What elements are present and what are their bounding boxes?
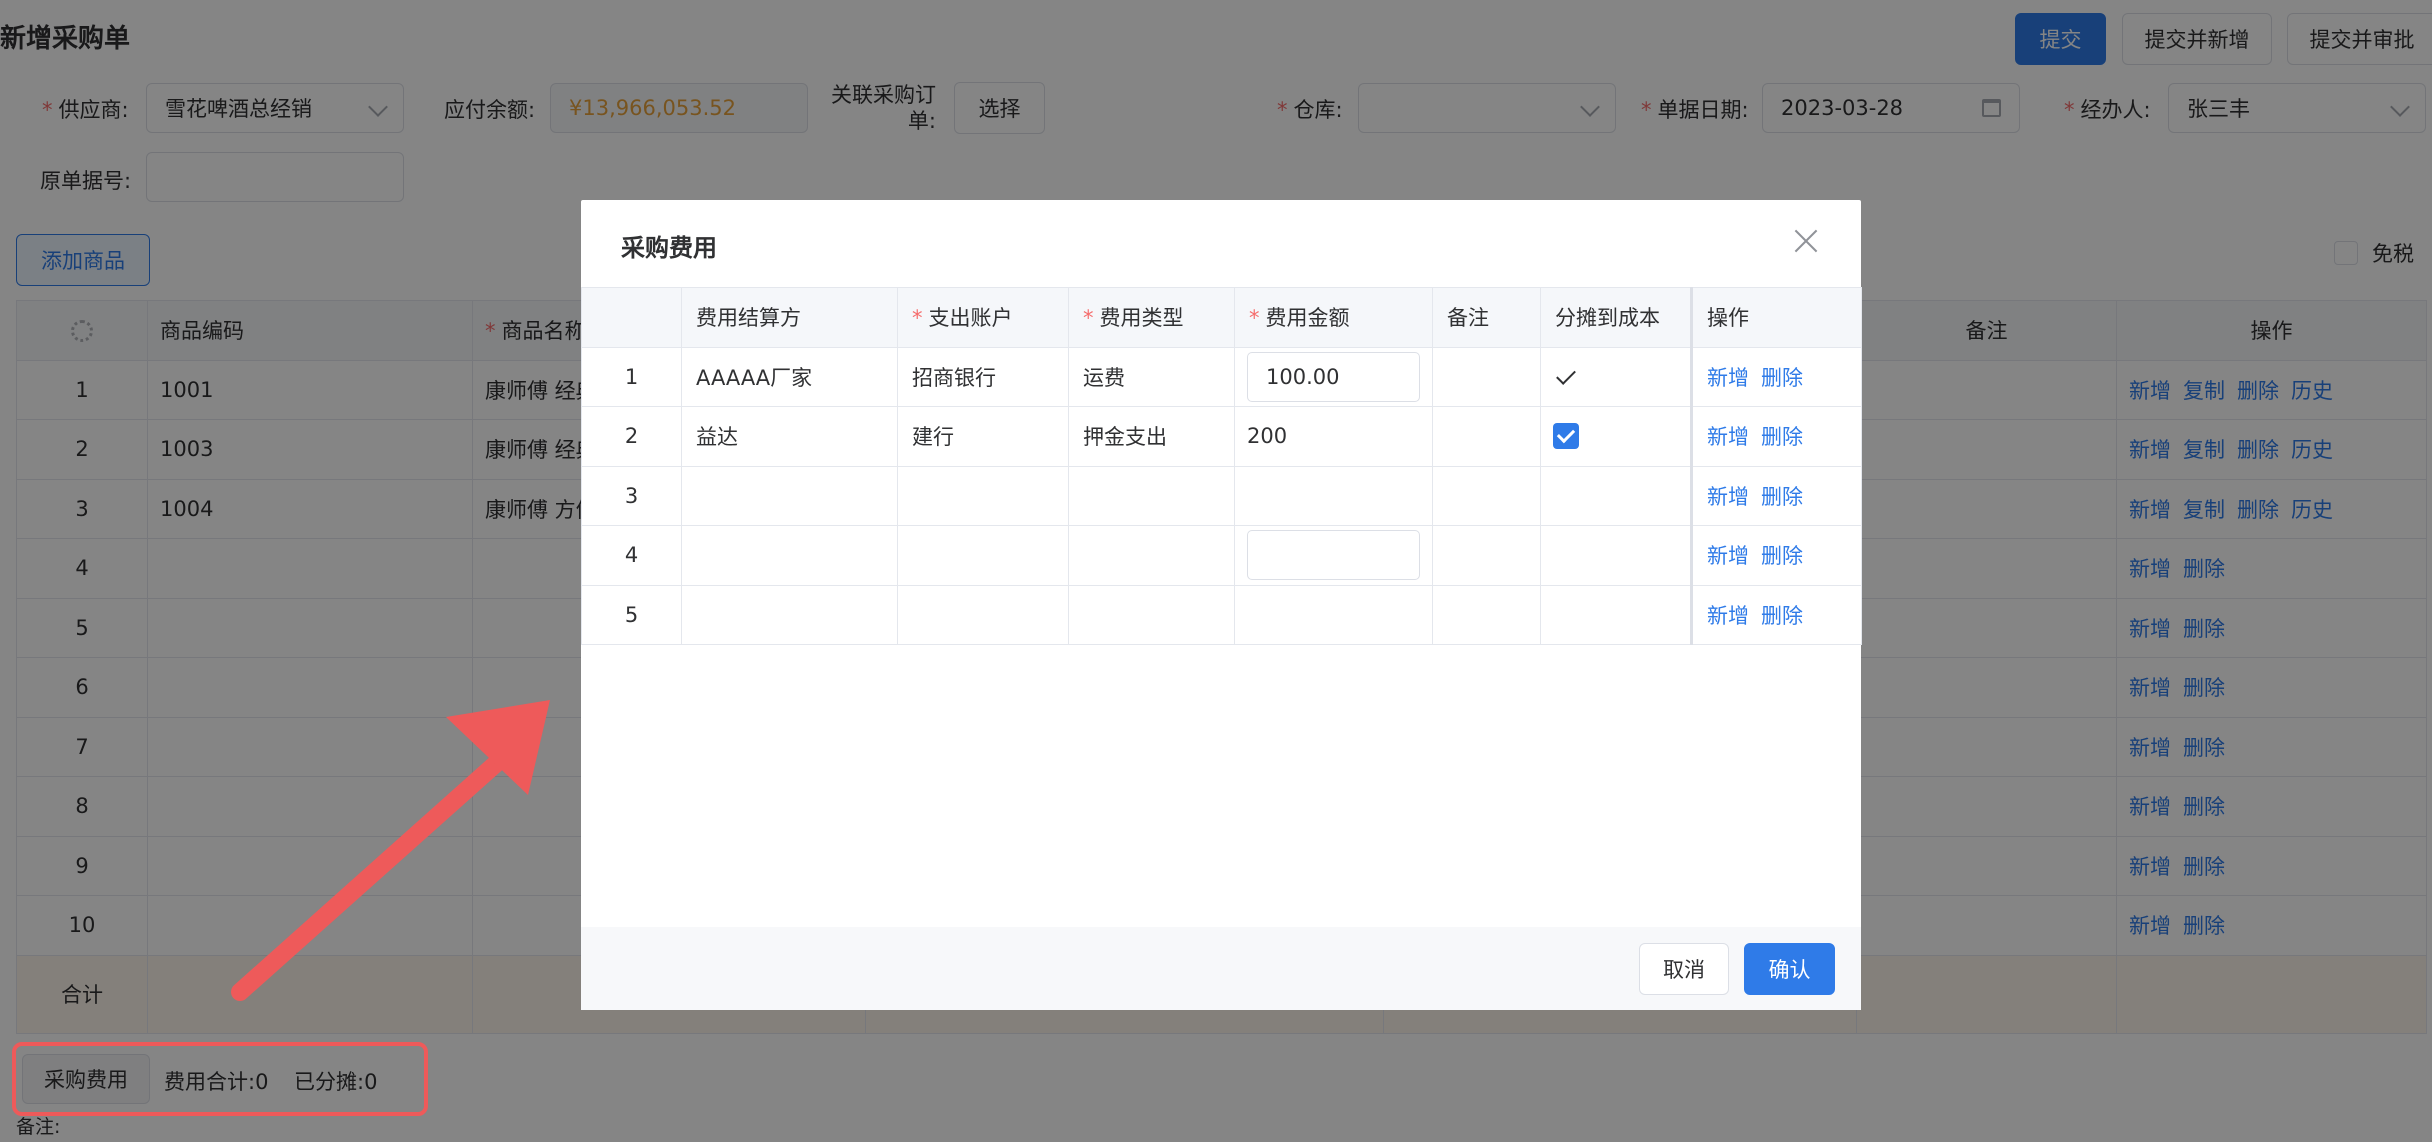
purchase-order-page: 新增采购单 提交 提交并新增 提交并审批 * 供应商: 雪花啤酒总经销 应付余额:… <box>0 0 2432 1142</box>
annotation-arrow-icon <box>231 700 550 1001</box>
highlight-box <box>12 1042 428 1116</box>
